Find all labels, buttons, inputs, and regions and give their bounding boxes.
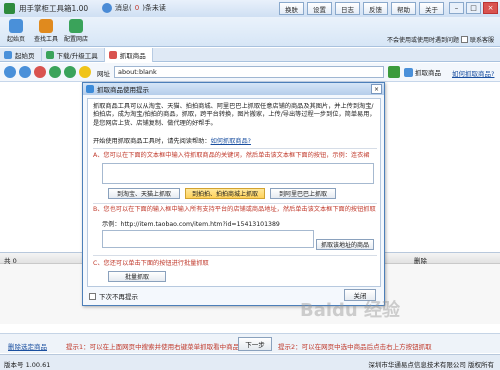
footer-bar: 删除选定商品 提示1：可以在上面网页中搜索并使用右键菜单抓取看中商品 下一步 提…	[0, 333, 500, 353]
grab-tips-dialog: 抓取商品使用提示 × 抓取商品工具可以从淘宝、天猫、拍拍商城、阿里巴巴上抓取任意…	[82, 82, 385, 306]
messages-indicator[interactable]: 消息(0)条未读	[102, 3, 166, 13]
dialog-title: 抓取商品使用提示	[97, 86, 149, 94]
grab-icon	[108, 51, 117, 59]
tab-download-tools[interactable]: 下载/升级工具	[42, 48, 105, 62]
forward-icon[interactable]	[19, 66, 31, 78]
grab-button-icon	[404, 67, 413, 77]
divider	[93, 203, 377, 204]
dialog-help-line: 开始使用抓取商品工具时，请先阅读帮助：如何抓取商品?	[93, 136, 251, 145]
title-bar: 用手掌柜工具箱1.00 消息(0)条未读 换肤 设置 日志 反馈 帮助 关于 –…	[0, 0, 500, 17]
messages-label: 消息(	[115, 4, 132, 12]
status-bar: 版本号 1.00.61 深圳市华通易点信息技术有限公司 版权所有	[0, 354, 500, 370]
url-example-text: 示例：http://item.taobao.com/item.htm?id=15…	[102, 221, 280, 228]
dont-show-label: 下次不再提示	[99, 293, 138, 301]
tab-grab-products[interactable]: 抓取商品	[104, 48, 153, 62]
tab-strip: 起始页 下载/升级工具 抓取商品	[0, 48, 500, 62]
batch-grab-button[interactable]: 批量抓取	[108, 271, 166, 282]
main-toolbar: 起始页 查找工具 配置网店 不会使用或使用时遇到问题 联系客服	[0, 17, 500, 47]
toolbar-shop-config-label: 配置网店	[63, 36, 88, 43]
skin-button[interactable]: 换肤	[279, 2, 304, 15]
tab-grab-products-label: 抓取商品	[119, 52, 146, 60]
footer-tip-2: 提示2：可以在网页中选中商品后点击右上方按钮抓取	[278, 343, 432, 351]
grab-taobao-button[interactable]: 到淘宝、天猫上抓取	[108, 188, 180, 199]
grab-paipai-button[interactable]: 到拍拍、拍拍商城上抓取	[185, 188, 265, 199]
url-input[interactable]: about:blank	[114, 66, 384, 78]
toolbar-find-tools-label: 查找工具	[33, 36, 58, 43]
minimize-button[interactable]: –	[449, 2, 464, 14]
settings-button[interactable]: 设置	[307, 2, 332, 15]
contact-support-link[interactable]: 联系客服	[470, 35, 494, 44]
section-c-text: C、您还可以单击下面的按钮进行批量抓取	[93, 260, 209, 267]
app-logo-icon	[4, 3, 15, 14]
support-line: 不会使用或使用时遇到问题 联系客服	[387, 35, 494, 44]
how-to-grab-link[interactable]: 如何抓取商品?	[452, 68, 494, 78]
section-a-text: A、您可以在下面的文本框中输入待抓取商品的关键词，然后单击该文本框下面的按钮，示…	[93, 152, 370, 159]
copyright-text: 深圳市华通易点信息技术有限公司 版权所有	[368, 361, 494, 369]
address-input[interactable]	[102, 230, 314, 248]
dialog-help-link[interactable]: 如何抓取商品?	[211, 138, 251, 145]
window-title: 用手掌柜工具箱1.00	[19, 4, 89, 13]
dialog-info-icon	[86, 85, 94, 93]
favorite-star-icon[interactable]	[79, 66, 91, 78]
dialog-help-prefix: 开始使用抓取商品工具时，请先阅读帮助：	[93, 138, 211, 145]
help-button[interactable]: 帮助	[391, 2, 416, 15]
dont-show-again[interactable]: 下次不再提示	[89, 291, 138, 301]
keyword-input[interactable]	[102, 163, 374, 184]
close-window-button[interactable]: ×	[483, 2, 498, 14]
toolbar-home[interactable]: 起始页	[2, 19, 30, 43]
about-button[interactable]: 关于	[419, 2, 444, 15]
delete-selected-link[interactable]: 删除选定商品	[8, 341, 47, 351]
log-button[interactable]: 日志	[335, 2, 360, 15]
maximize-button[interactable]: □	[466, 2, 481, 14]
browser-navbar: 网址 about:blank 抓取商品 如何抓取商品?	[0, 63, 500, 82]
dialog-intro-text: 抓取商品工具可以从淘宝、天猫、拍拍商城、阿里巴巴上抓取任意店铺的商品及其图片，并…	[93, 103, 376, 127]
stop-icon[interactable]	[34, 66, 46, 78]
tab-download-tools-label: 下载/升级工具	[56, 52, 98, 60]
refresh-icon[interactable]	[49, 66, 61, 78]
watermark-logo: Baidu 经验	[300, 300, 401, 321]
section-b-text: B、您也可以在下面的输入框中输入所有支持平台的店铺或商品地址，然后单击该文本框下…	[93, 206, 376, 213]
home-tab-icon	[4, 51, 12, 59]
version-text: 版本号 1.00.61	[4, 361, 51, 369]
home-nav-icon[interactable]	[64, 66, 76, 78]
divider	[93, 148, 377, 149]
dialog-body: 抓取商品工具可以从淘宝、天猫、拍拍商城、阿里巴巴上抓取任意店铺的商品及其图片，并…	[87, 98, 381, 287]
grab-products-button[interactable]: 抓取商品	[404, 66, 441, 78]
grab-address-button[interactable]: 抓取该地址的商品	[316, 239, 374, 250]
search-tool-icon	[39, 19, 53, 33]
grab-products-label: 抓取商品	[415, 69, 441, 77]
go-arrow-icon[interactable]	[388, 66, 400, 78]
feedback-button[interactable]: 反馈	[363, 2, 388, 15]
footer-tip-1: 提示1：可以在上面网页中搜索并使用右键菜单抓取看中商品	[66, 343, 240, 351]
download-icon	[45, 51, 54, 59]
messages-count: 0	[134, 4, 140, 12]
next-step-button[interactable]: 下一步	[238, 337, 272, 351]
grid-count-column: 共 0	[4, 257, 17, 265]
support-text: 不会使用或使用时遇到问题	[386, 37, 459, 44]
dialog-title-bar: 抓取商品使用提示	[83, 83, 384, 95]
messages-suffix: )条未读	[142, 4, 166, 12]
message-icon	[102, 3, 112, 13]
home-icon	[9, 19, 23, 33]
toolbar-find-tools[interactable]: 查找工具	[32, 19, 60, 43]
toolbar-home-label: 起始页	[6, 36, 25, 43]
back-icon[interactable]	[4, 66, 16, 78]
dont-show-checkbox[interactable]	[89, 292, 96, 300]
url-label: 网址	[97, 70, 110, 78]
support-checkbox[interactable]	[460, 36, 468, 43]
dialog-close-icon[interactable]: ×	[371, 84, 382, 94]
tab-start-page[interactable]: 起始页	[0, 48, 42, 62]
toolbar-shop-config[interactable]: 配置网店	[62, 19, 90, 43]
shop-config-icon	[69, 19, 83, 33]
grid-delete-column: 删除	[414, 257, 427, 265]
divider	[93, 255, 377, 256]
tab-start-page-label: 起始页	[15, 52, 35, 60]
grab-alibaba-button[interactable]: 到阿里巴巴上抓取	[270, 188, 336, 199]
